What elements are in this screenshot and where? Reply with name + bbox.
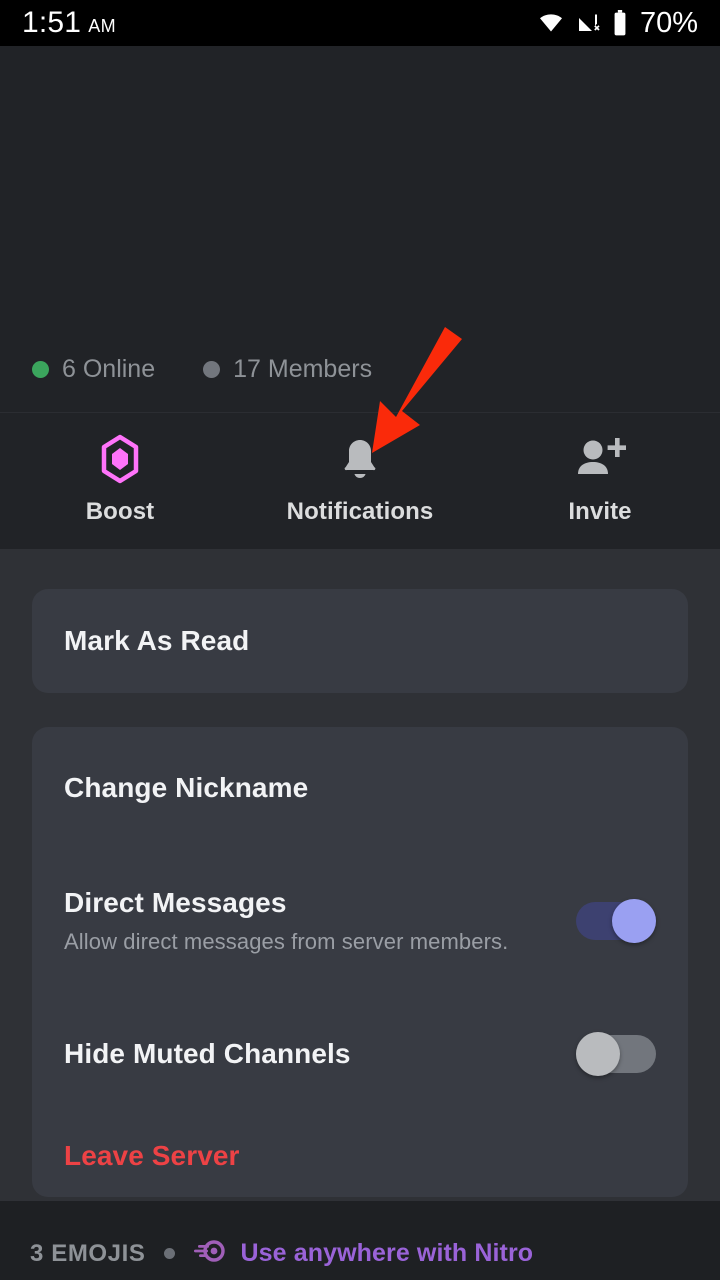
person-add-icon [574, 436, 626, 482]
notifications-button-label: Notifications [286, 498, 434, 525]
member-count-label: 17 Members [233, 355, 373, 383]
online-count: 6 Online [32, 355, 155, 384]
wifi-icon [536, 11, 566, 35]
invite-button[interactable]: Invite [480, 413, 720, 549]
leave-server-row[interactable]: Leave Server [32, 1115, 688, 1197]
clock-time: 1:51 [22, 6, 82, 39]
change-nickname-row[interactable]: Change Nickname [32, 727, 688, 849]
bottom-bar: 3 EMOJIS Use anywhere with Nitro [0, 1201, 720, 1280]
leave-server-label: Leave Server [64, 1140, 240, 1171]
presence-summary: 6 Online 17 Members [32, 355, 372, 384]
toggle-thumb [576, 1032, 620, 1076]
boost-gem-icon [98, 434, 142, 484]
bell-icon [338, 436, 382, 482]
clock-meridiem: AM [88, 16, 117, 36]
nitro-promo[interactable]: Use anywhere with Nitro [193, 1237, 534, 1270]
mark-as-read-row[interactable]: Mark As Read [32, 589, 688, 693]
hide-muted-channels-row[interactable]: Hide Muted Channels [32, 993, 688, 1115]
status-bar-clock: 1:51 AM [22, 6, 116, 40]
mark-as-read-label: Mark As Read [64, 625, 250, 656]
status-bar-icons: 70% [536, 7, 698, 40]
server-header: 6 Online 17 Members [0, 46, 720, 412]
member-status-dot [203, 361, 221, 378]
online-status-dot [32, 361, 49, 378]
boost-button[interactable]: Boost [0, 413, 240, 549]
hide-muted-channels-toggle[interactable] [576, 1032, 656, 1076]
nitro-promo-label: Use anywhere with Nitro [240, 1239, 534, 1267]
direct-messages-toggle[interactable] [576, 899, 656, 943]
app-screen: 1:51 AM 70% 6 Online 17 Members Boost No… [0, 0, 720, 1280]
notifications-button[interactable]: Notifications [240, 413, 480, 549]
footer-separator-dot [163, 1248, 175, 1259]
hide-muted-channels-label: Hide Muted Channels [64, 1038, 351, 1069]
server-settings-card: Change Nickname Direct Messages Allow di… [32, 727, 688, 1197]
settings-body: Mark As Read Change Nickname Direct Mess… [0, 549, 720, 1201]
battery-icon [612, 10, 628, 36]
online-count-label: 6 Online [62, 355, 156, 383]
toggle-thumb [612, 899, 656, 943]
battery-percent-label: 70% [639, 6, 698, 39]
mark-as-read-card[interactable]: Mark As Read [32, 589, 688, 693]
server-action-row: Boost Notifications Invite [0, 412, 720, 549]
direct-messages-description: Allow direct messages from server member… [64, 929, 509, 954]
cellular-off-icon [576, 11, 602, 35]
invite-button-label: Invite [568, 498, 632, 525]
change-nickname-label: Change Nickname [64, 772, 309, 803]
direct-messages-row[interactable]: Direct Messages Allow direct messages fr… [32, 849, 688, 993]
status-bar: 1:51 AM 70% [0, 0, 720, 46]
direct-messages-label: Direct Messages [64, 887, 287, 918]
emoji-count-label: 3 EMOJIS [30, 1239, 146, 1267]
emoji-footer: 3 EMOJIS Use anywhere with Nitro [30, 1237, 533, 1270]
boost-button-label: Boost [85, 498, 155, 525]
nitro-boost-icon [193, 1237, 227, 1270]
member-count: 17 Members [203, 355, 372, 384]
